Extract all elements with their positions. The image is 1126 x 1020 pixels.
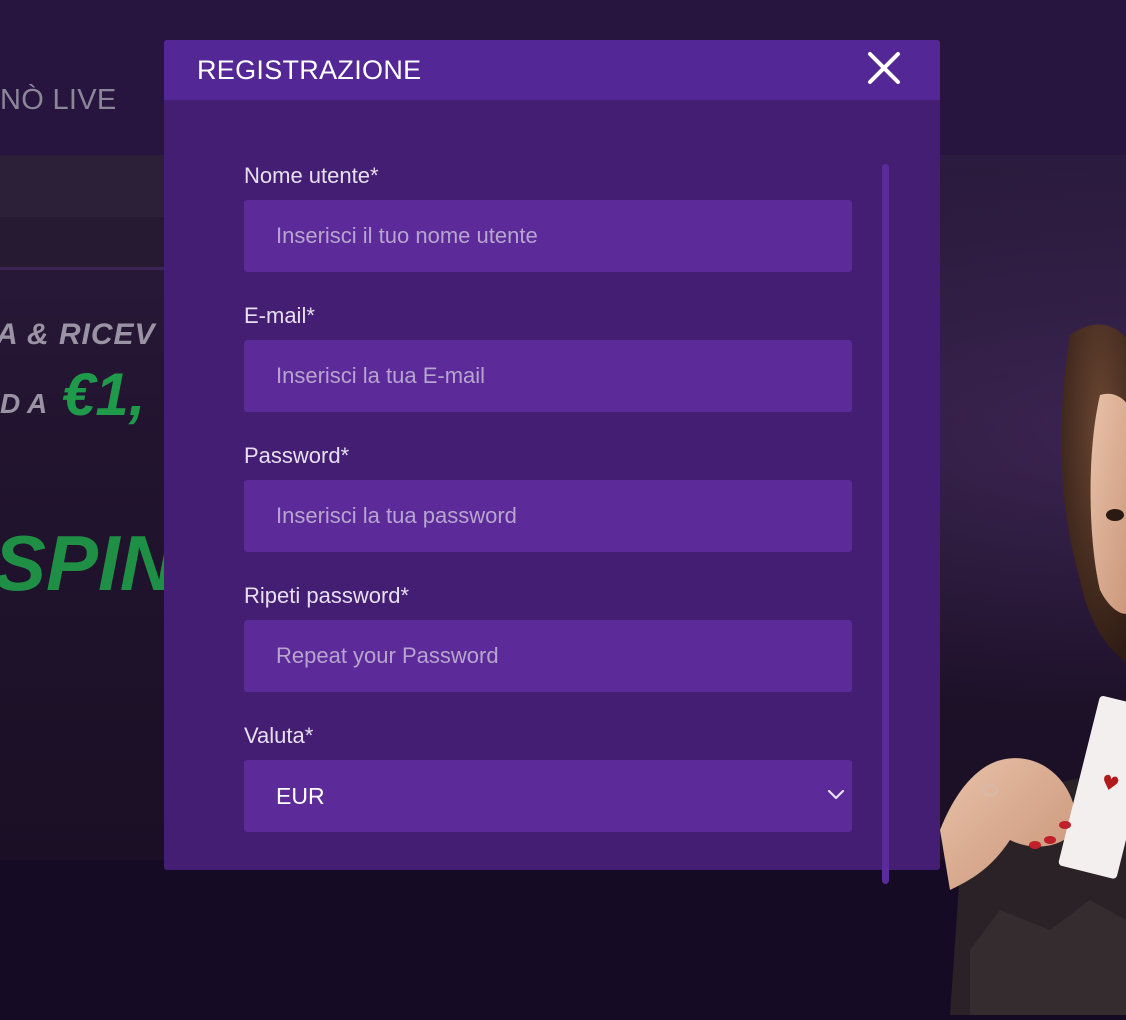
hero-divider xyxy=(0,267,170,270)
hero-strip-dark xyxy=(0,217,170,267)
close-button[interactable] xyxy=(864,48,904,88)
email-label: E-mail* xyxy=(244,303,315,328)
username-label: Nome utente* xyxy=(244,163,379,188)
close-icon xyxy=(868,52,900,84)
nav-item-live-casino[interactable]: NÒ LIVE xyxy=(0,84,117,117)
username-input[interactable] xyxy=(244,200,852,272)
chevron-down-icon xyxy=(827,789,845,800)
dealer-image: ♥ xyxy=(940,310,1126,1015)
registration-modal: REGISTRAZIONE Nome utente* E-mail* Passw… xyxy=(164,40,940,884)
currency-selected-value: EUR xyxy=(276,783,325,809)
promo-spin: SPIN xyxy=(0,519,177,607)
currency-select[interactable]: EUR xyxy=(244,760,852,832)
promo-prefix: D A xyxy=(0,388,48,419)
form-scrollbar[interactable] xyxy=(882,164,889,884)
repeat-password-label: Ripeti password* xyxy=(244,583,410,608)
modal-title: REGISTRAZIONE xyxy=(197,55,422,85)
promo-headline: A & RICEV xyxy=(0,318,156,351)
password-label: Password* xyxy=(244,443,350,468)
email-input[interactable] xyxy=(244,340,852,412)
promo-amount: €1, xyxy=(62,361,146,428)
currency-label: Valuta* xyxy=(244,723,314,748)
password-input[interactable] xyxy=(244,480,852,552)
modal-header: REGISTRAZIONE xyxy=(164,40,940,100)
repeat-password-input[interactable] xyxy=(244,620,852,692)
